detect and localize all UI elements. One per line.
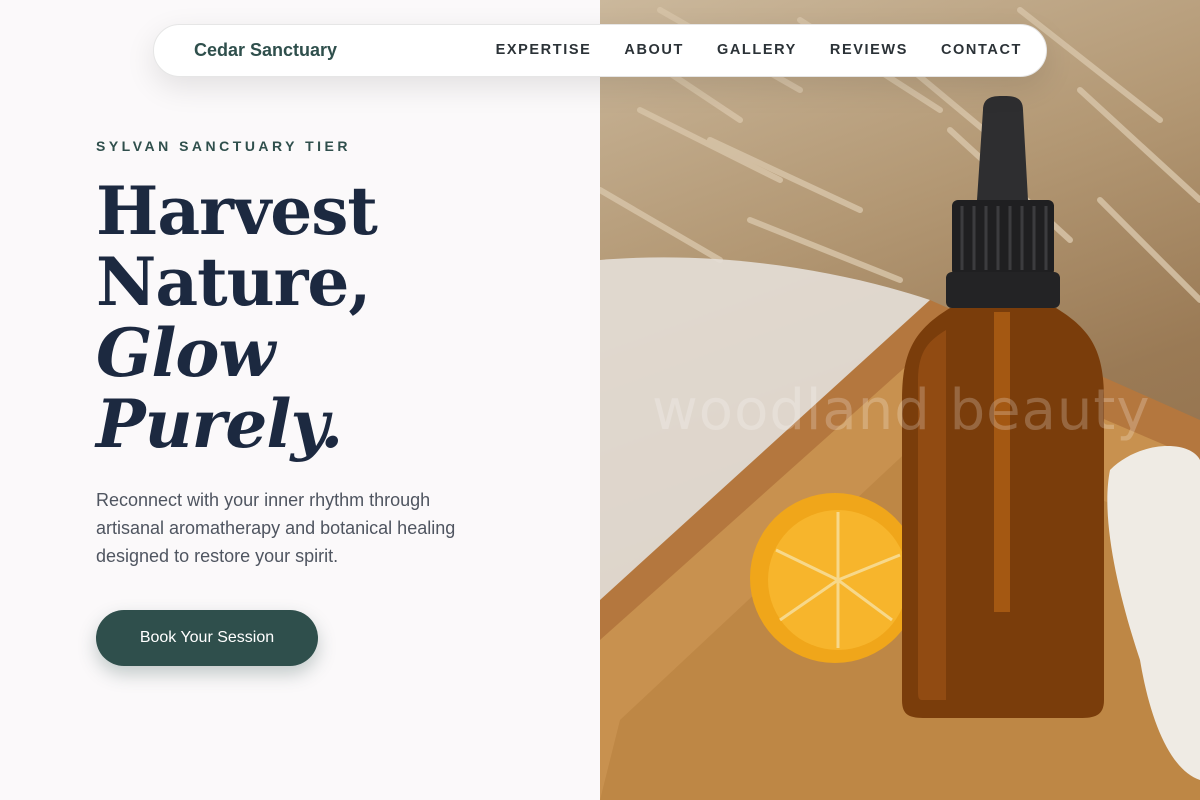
headline-line-2: Nature, (96, 243, 371, 321)
hero-description: Reconnect with your inner rhythm through… (96, 490, 456, 566)
headline-line-3: Glow (96, 314, 275, 392)
nav-link-contact[interactable]: CONTACT (941, 42, 1022, 58)
book-session-button[interactable]: Book Your Session (96, 610, 318, 666)
nav-link-reviews[interactable]: REVIEWS (830, 42, 908, 58)
nav-links: EXPERTISE ABOUT GALLERY REVIEWS CONTACT (496, 42, 1022, 58)
nav-link-gallery[interactable]: GALLERY (717, 42, 797, 58)
hero-headline: Harvest Nature, Glow Purely. (96, 172, 378, 463)
image-watermark: woodland beauty (652, 378, 1151, 443)
hero-eyebrow: SYLVAN SANCTUARY TIER (96, 138, 351, 154)
brand-logo[interactable]: Cedar Sanctuary (194, 40, 337, 61)
headline-line-4: Purely. (96, 385, 343, 463)
nav-link-expertise[interactable]: EXPERTISE (496, 42, 592, 58)
nav-link-about[interactable]: ABOUT (624, 42, 684, 58)
headline-line-1: Harvest (96, 172, 378, 250)
top-nav: Cedar Sanctuary EXPERTISE ABOUT GALLERY … (153, 24, 1047, 77)
